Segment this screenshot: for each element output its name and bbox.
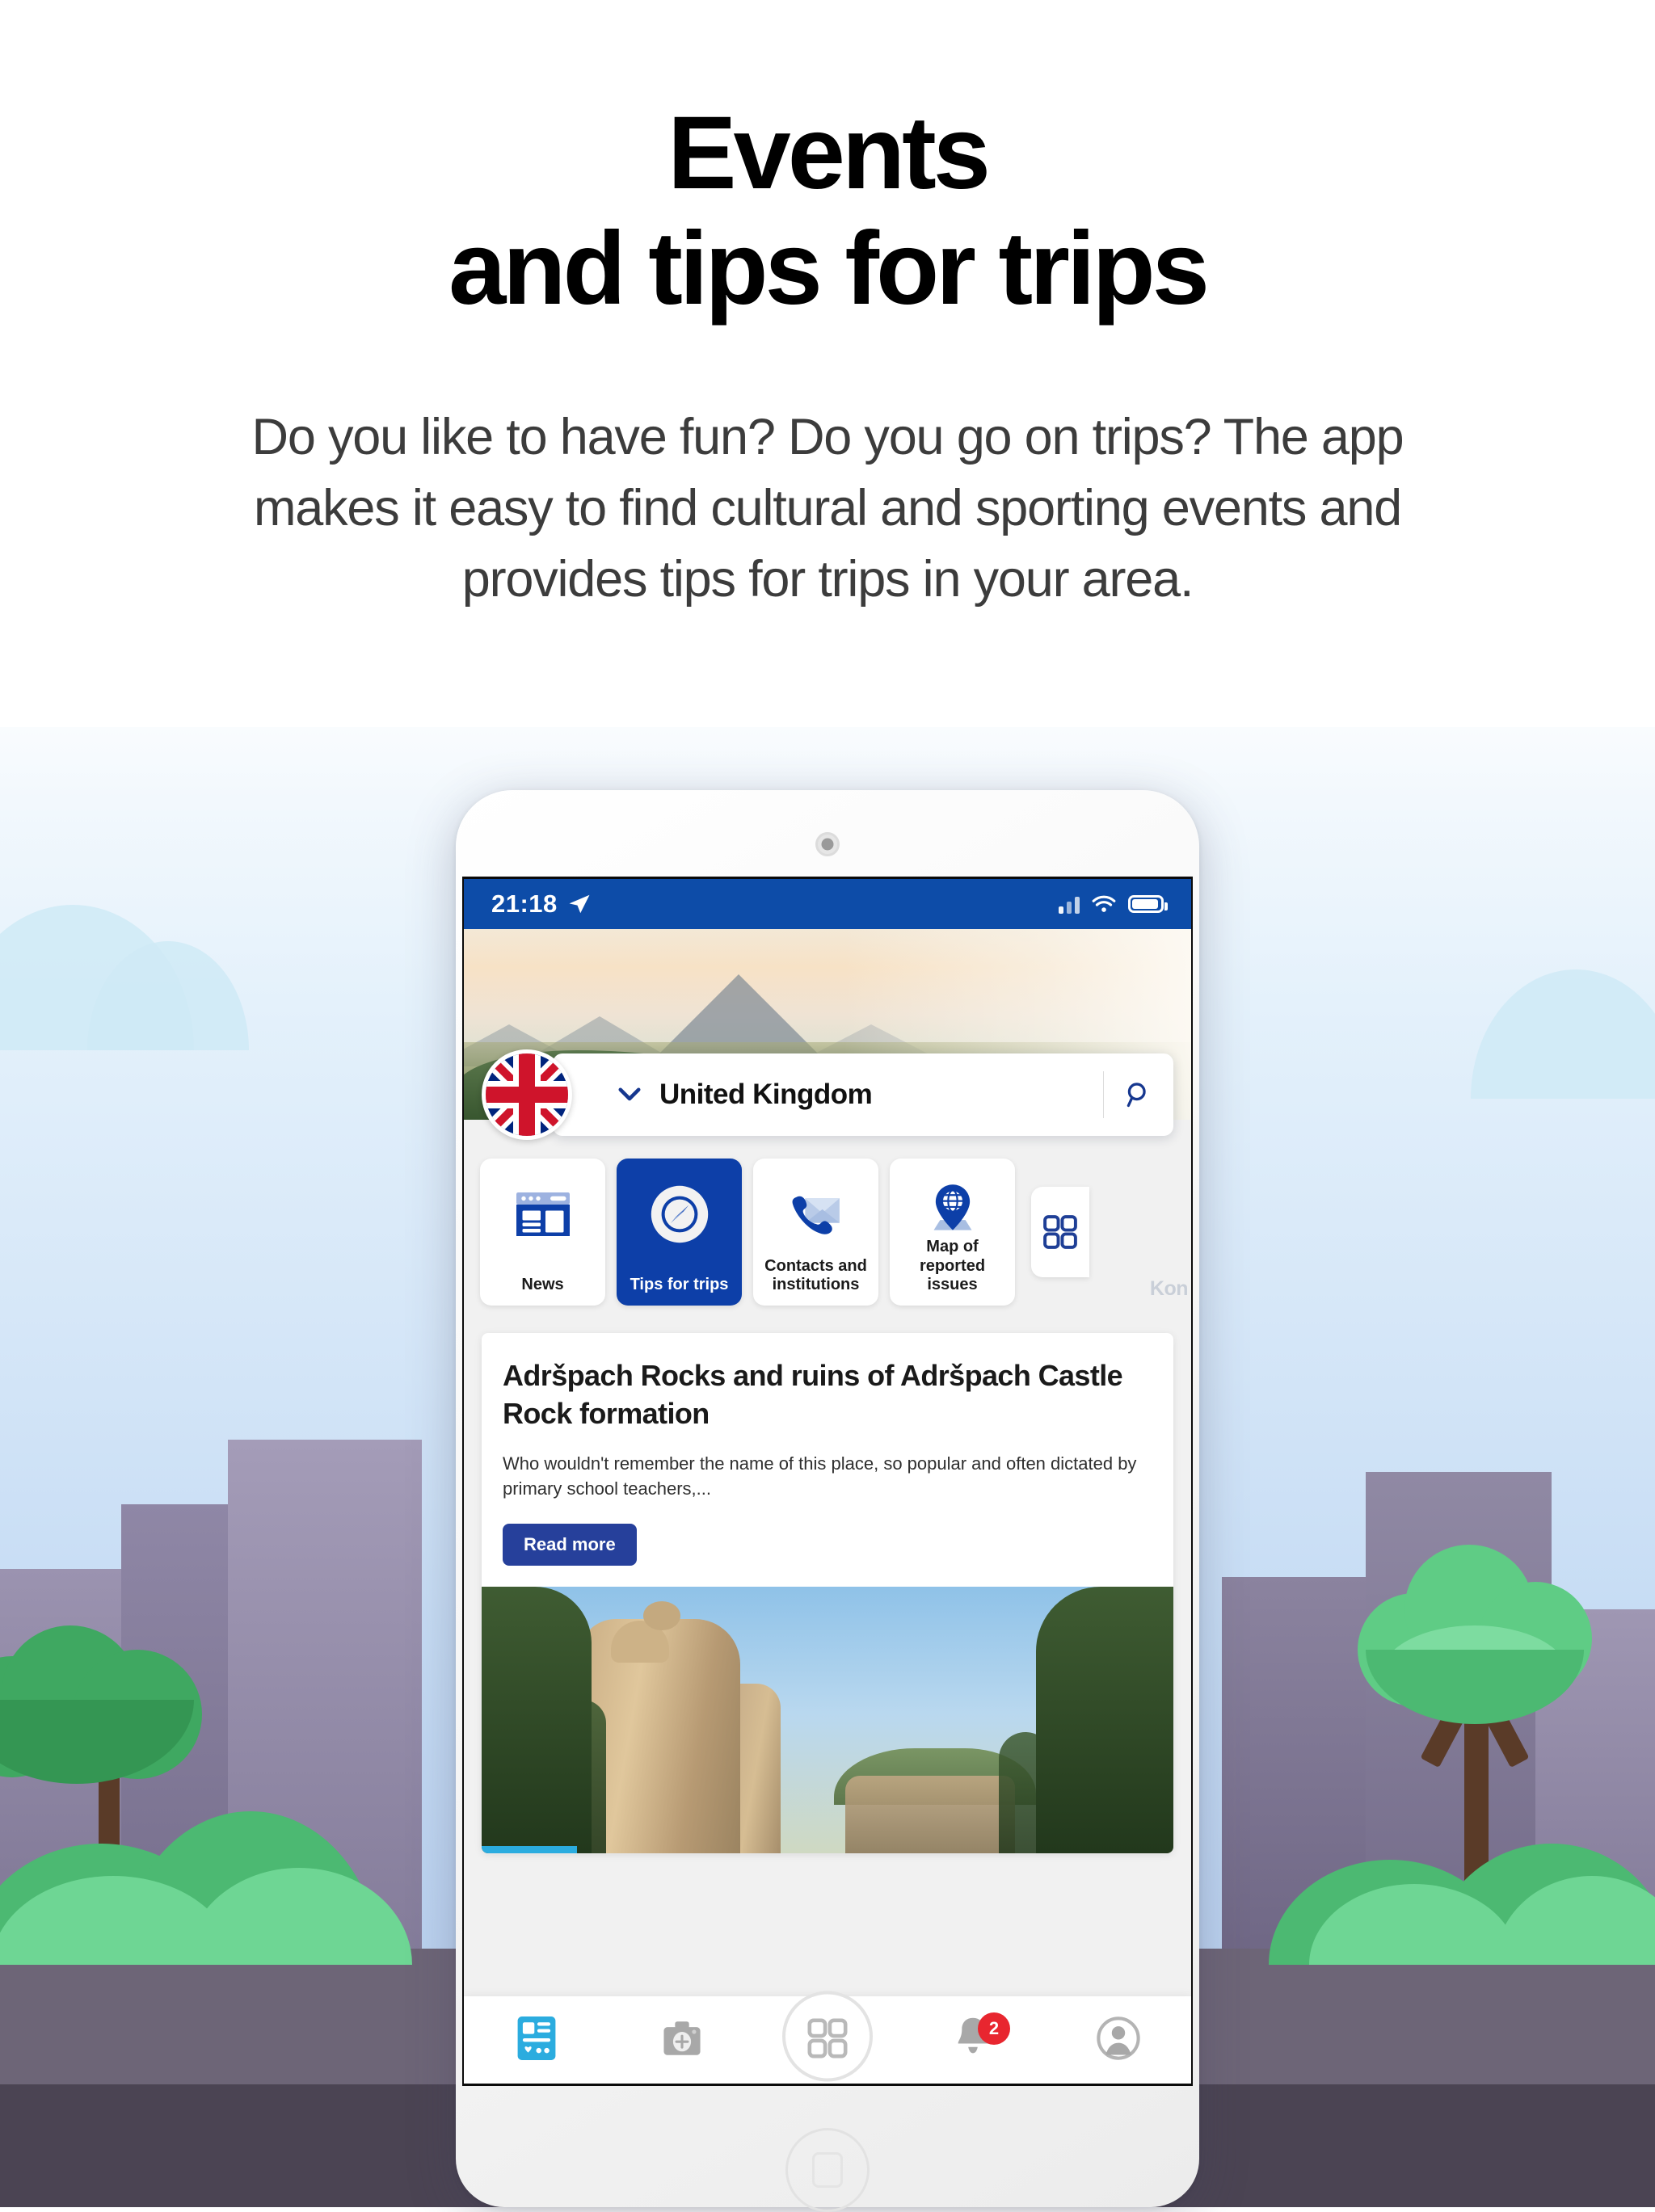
- subhead-line-2: makes it easy to find cultural and sport…: [253, 479, 1402, 536]
- home-button[interactable]: [785, 2128, 870, 2212]
- nav-profile[interactable]: [1046, 1996, 1191, 2084]
- phone-screen: 21:18 United Kingdom News Tips for trips…: [462, 877, 1193, 2086]
- article-photo: [482, 1587, 1173, 1854]
- signal-bars-icon: [1059, 894, 1080, 914]
- article-excerpt: Who wouldn't remember the name of this p…: [503, 1453, 1137, 1499]
- status-bar-right: [1059, 894, 1168, 915]
- home-button-inner: [812, 2152, 843, 2188]
- status-bar: 21:18: [464, 879, 1191, 929]
- photo-far-rocks: [845, 1776, 1015, 1854]
- search-icon[interactable]: [1104, 1080, 1173, 1109]
- tree-canopy: [0, 1625, 218, 1787]
- scroll-indicator: [482, 1846, 577, 1854]
- compass-icon: [647, 1180, 712, 1249]
- nav-apps-grid[interactable]: [755, 1991, 900, 2084]
- read-more-button[interactable]: Read more: [503, 1524, 637, 1566]
- bottom-navigation: 2: [464, 1991, 1191, 2084]
- tile-contacts-and-institutions[interactable]: Contacts and institutions: [753, 1159, 878, 1306]
- subhead-line-1: Do you like to have fun? Do you go on tr…: [251, 408, 1404, 465]
- status-bar-left: 21:18: [491, 889, 592, 919]
- map-pin-globe-icon: [924, 1180, 982, 1238]
- news-layout-icon: [514, 1180, 572, 1249]
- profile-avatar-icon: [1096, 2016, 1141, 2065]
- tile-label: Contacts and institutions: [764, 1256, 867, 1293]
- nav-news-feed[interactable]: [464, 1996, 609, 2084]
- page-subtitle: Do you like to have fun? Do you go on tr…: [0, 402, 1655, 616]
- status-time: 21:18: [491, 889, 558, 918]
- front-camera-icon: [815, 832, 840, 856]
- photo-pine-tree: [482, 1587, 592, 1854]
- battery-icon: [1128, 895, 1168, 913]
- tile-label: News: [521, 1275, 564, 1293]
- grid-apps-icon: [1042, 1197, 1079, 1267]
- phone-mockup: 21:18 United Kingdom News Tips for trips…: [456, 790, 1199, 2212]
- country-selector[interactable]: United Kingdom: [553, 1053, 1173, 1136]
- tile-map-of-reported-issues[interactable]: Map of reported issues: [890, 1159, 1015, 1306]
- page-title: Events and tips for trips: [0, 0, 1655, 327]
- headline-line-2: and tips for trips: [448, 211, 1210, 327]
- country-selector-row: United Kingdom: [464, 1047, 1191, 1142]
- selected-country-label: United Kingdom: [659, 1079, 873, 1110]
- photo-rock-cap: [643, 1601, 680, 1631]
- headline-line-1: Events: [667, 95, 991, 211]
- phone-envelope-icon: [785, 1180, 847, 1249]
- chevron-down-icon[interactable]: [617, 1087, 642, 1103]
- quick-action-tiles: News Tips for trips Contacts and institu…: [464, 1149, 1191, 1318]
- notification-badge: 2: [978, 2012, 1010, 2045]
- article-card[interactable]: Adršpach Rocks and ruins of Adršpach Cas…: [482, 1333, 1173, 1854]
- tile-tips-for-trips[interactable]: Tips for trips: [617, 1159, 742, 1306]
- subhead-line-3: provides tips for trips in your area.: [461, 551, 1194, 608]
- hero-text-block: Events and tips for trips Do you like to…: [0, 0, 1655, 727]
- united-kingdom-flag-icon[interactable]: [482, 1049, 572, 1140]
- wifi-icon: [1092, 895, 1116, 912]
- tree-canopy: [1358, 1545, 1592, 1747]
- location-arrow-icon: [569, 894, 590, 914]
- tile-more-apps[interactable]: [1031, 1187, 1089, 1277]
- camera-add-icon: [659, 2017, 705, 2063]
- nav-report-camera[interactable]: [609, 1996, 755, 2084]
- ghost-label: Kon: [1149, 1277, 1189, 1300]
- apps-grid-icon: [806, 2016, 849, 2064]
- news-feed-icon: [515, 2015, 558, 2066]
- nav-notifications[interactable]: 2: [900, 1996, 1046, 2084]
- tile-label: Map of reported issues: [919, 1238, 986, 1293]
- tile-label: Tips for trips: [630, 1275, 729, 1293]
- tile-news[interactable]: News: [480, 1159, 605, 1306]
- photo-pine-tree: [1036, 1587, 1173, 1854]
- article-title: Adršpach Rocks and ruins of Adršpach Cas…: [503, 1359, 1123, 1430]
